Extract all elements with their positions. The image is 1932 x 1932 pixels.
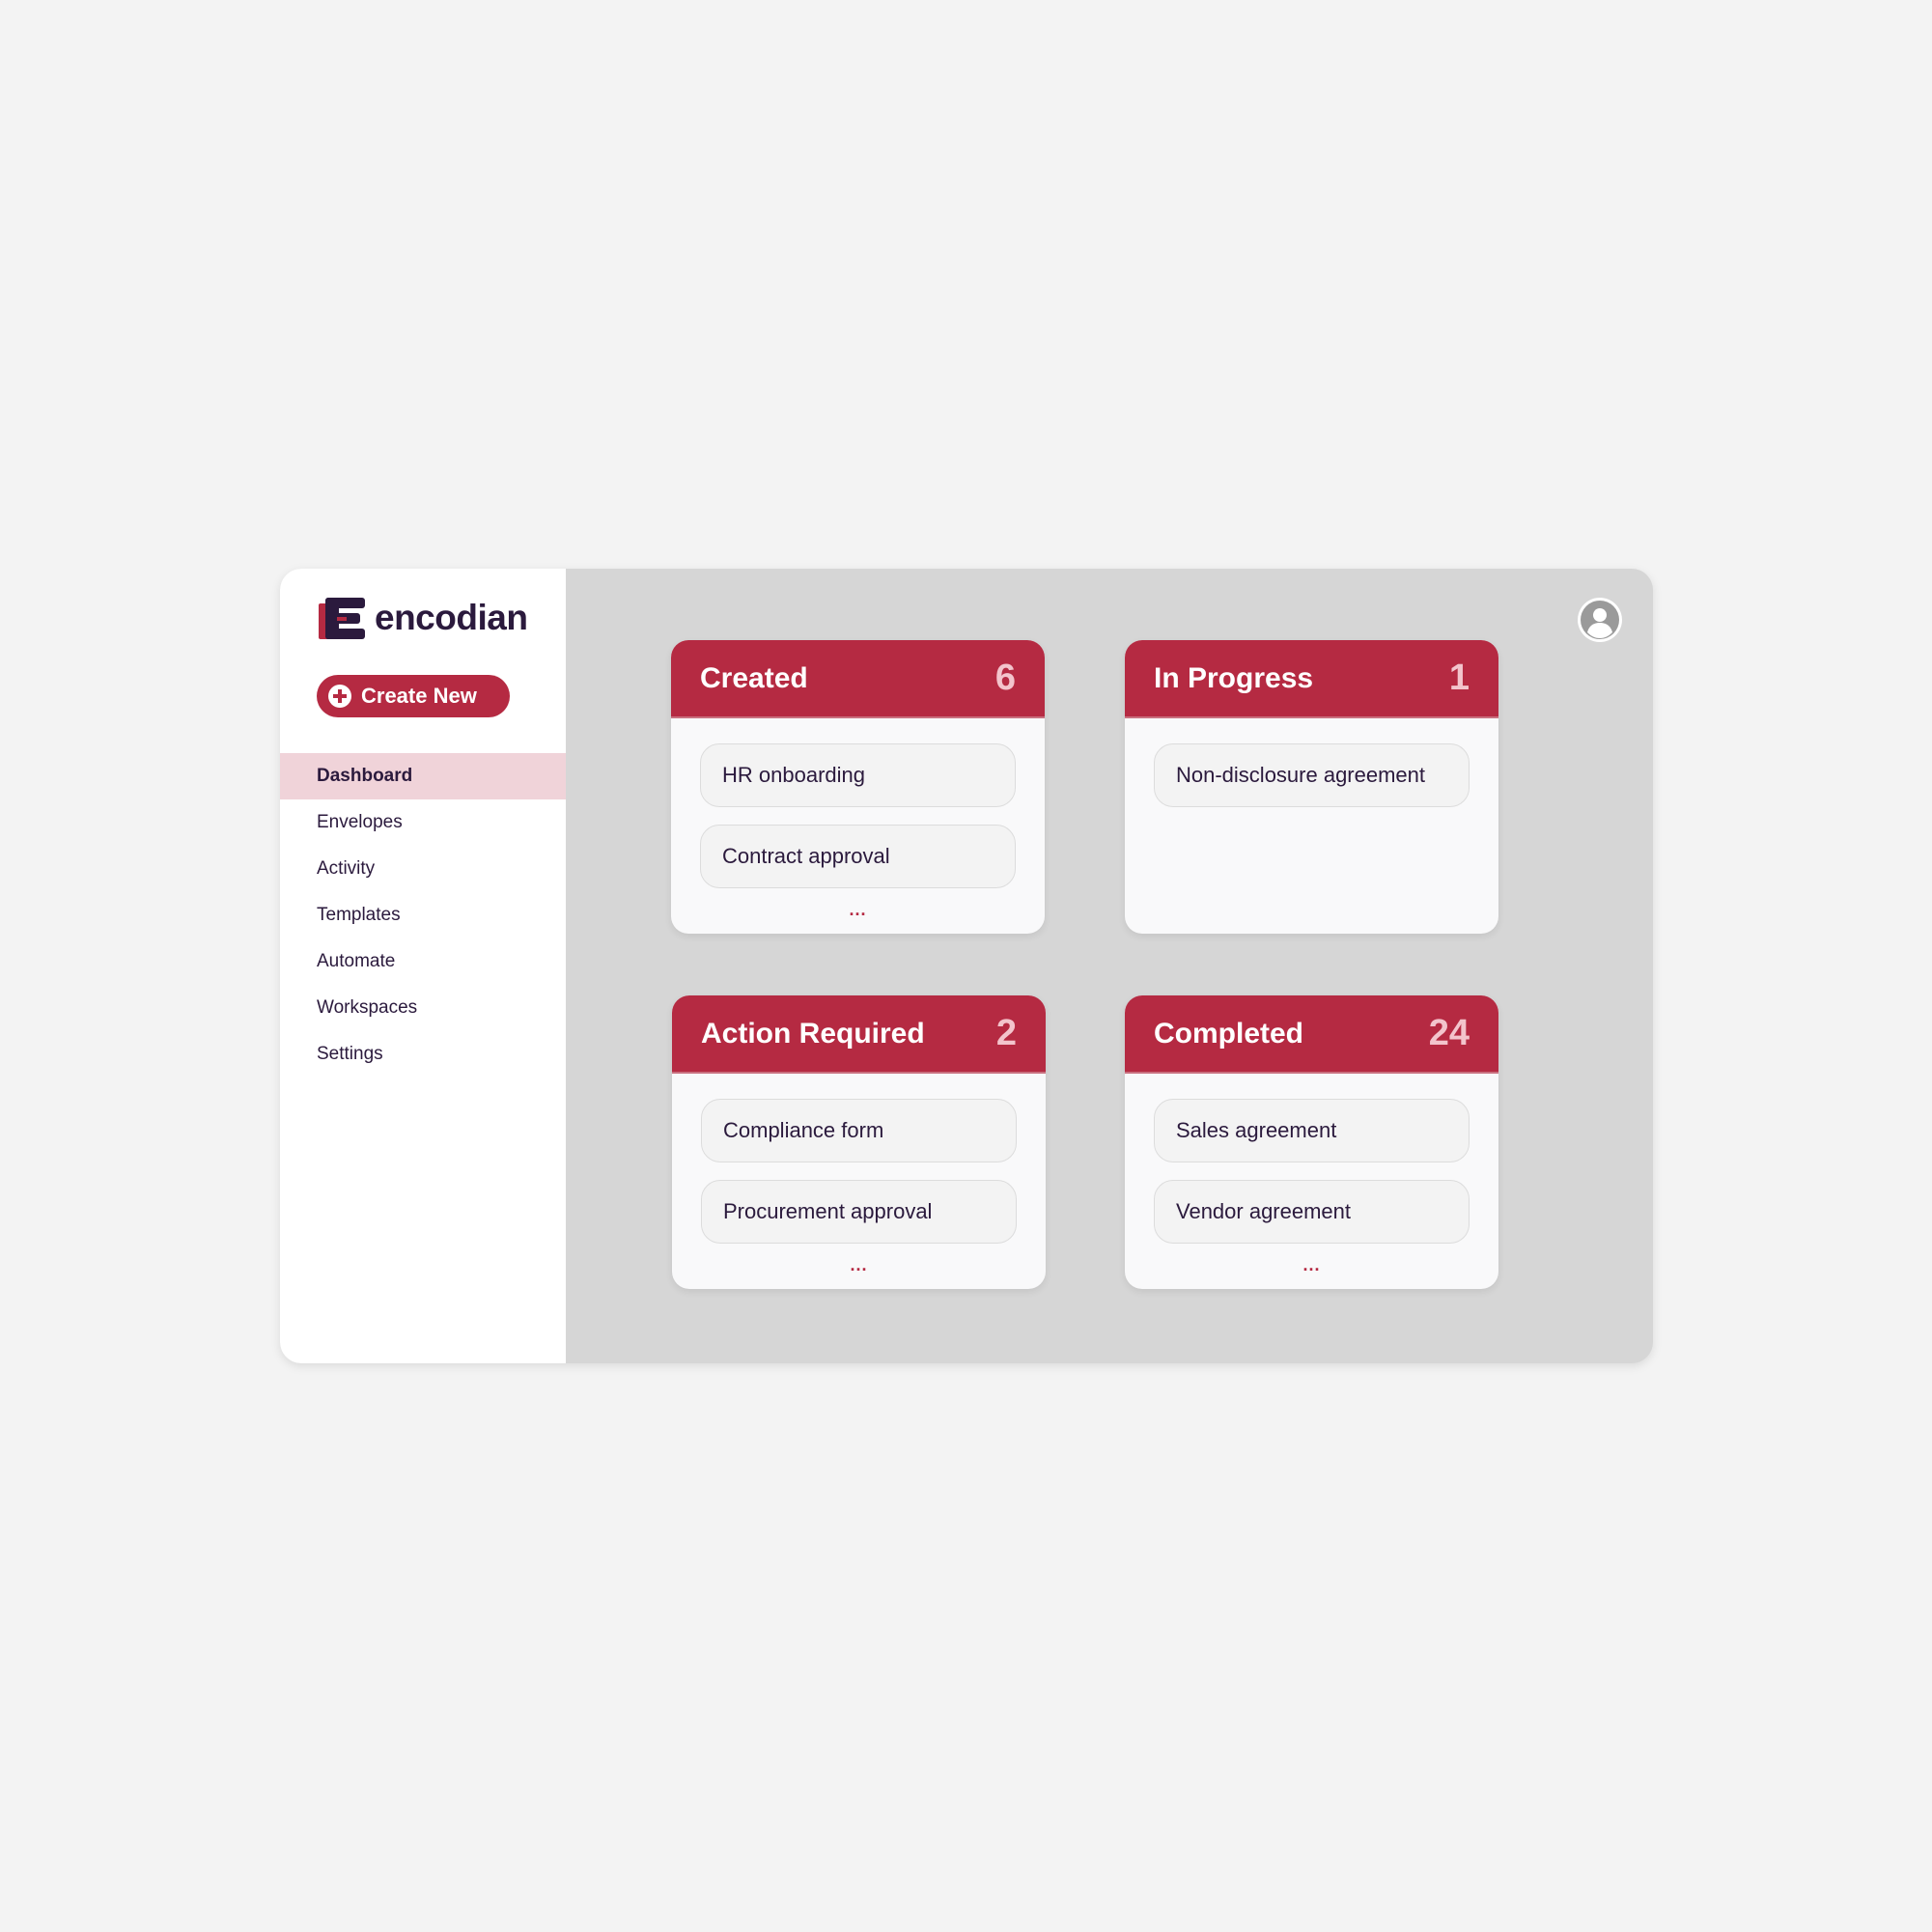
more-items-indicator[interactable]: ...	[672, 1255, 1046, 1275]
envelope-item[interactable]: Procurement approval	[701, 1180, 1017, 1244]
sidebar-item-workspaces[interactable]: Workspaces	[280, 985, 566, 1031]
card-header: Completed 24	[1125, 995, 1498, 1074]
envelope-item[interactable]: Compliance form	[701, 1099, 1017, 1162]
app-window: encodian Create New Dashboard Envelopes …	[280, 569, 1653, 1363]
envelope-item[interactable]: Non-disclosure agreement	[1154, 743, 1470, 807]
card-title: Created	[700, 661, 808, 694]
card-item-list: Compliance form Procurement approval	[672, 1074, 1046, 1244]
card-header: In Progress 1	[1125, 640, 1498, 718]
create-new-label: Create New	[361, 684, 477, 708]
status-card-in-progress[interactable]: In Progress 1 Non-disclosure agreement	[1125, 640, 1498, 934]
card-title: In Progress	[1154, 661, 1314, 694]
more-items-indicator[interactable]: ...	[671, 900, 1045, 920]
card-header: Action Required 2	[672, 995, 1046, 1074]
status-card-created[interactable]: Created 6 HR onboarding Contract approva…	[671, 640, 1045, 934]
card-title: Action Required	[701, 1017, 925, 1050]
card-count: 24	[1428, 1013, 1470, 1053]
more-items-indicator[interactable]: ...	[1125, 1255, 1498, 1275]
status-card-action-required[interactable]: Action Required 2 Compliance form Procur…	[672, 995, 1046, 1289]
card-title: Completed	[1154, 1017, 1304, 1050]
envelope-item[interactable]: Sales agreement	[1154, 1099, 1470, 1162]
create-new-button[interactable]: Create New	[317, 675, 510, 717]
card-item-list: HR onboarding Contract approval	[671, 718, 1045, 888]
sidebar-item-envelopes[interactable]: Envelopes	[280, 799, 566, 846]
envelope-item[interactable]: Contract approval	[700, 825, 1016, 888]
sidebar-item-automate[interactable]: Automate	[280, 938, 566, 985]
sidebar-nav: Dashboard Envelopes Activity Templates A…	[280, 753, 566, 1078]
card-item-list: Sales agreement Vendor agreement	[1125, 1074, 1498, 1244]
sidebar-item-templates[interactable]: Templates	[280, 892, 566, 938]
status-card-completed[interactable]: Completed 24 Sales agreement Vendor agre…	[1125, 995, 1498, 1289]
logo-text: encodian	[375, 598, 528, 637]
card-count: 6	[994, 658, 1016, 698]
user-avatar-icon[interactable]	[1577, 597, 1623, 643]
card-header: Created 6	[671, 640, 1045, 718]
encodian-logo-icon	[319, 597, 365, 639]
sidebar-item-settings[interactable]: Settings	[280, 1031, 566, 1078]
card-count: 2	[995, 1013, 1017, 1053]
envelope-item[interactable]: HR onboarding	[700, 743, 1016, 807]
card-item-list: Non-disclosure agreement	[1125, 718, 1498, 807]
plus-circle-icon	[328, 685, 351, 708]
logo[interactable]: encodian	[319, 596, 528, 640]
sidebar: encodian Create New Dashboard Envelopes …	[280, 569, 566, 1363]
sidebar-item-dashboard[interactable]: Dashboard	[280, 753, 566, 799]
envelope-item[interactable]: Vendor agreement	[1154, 1180, 1470, 1244]
card-count: 1	[1448, 658, 1470, 698]
sidebar-item-activity[interactable]: Activity	[280, 846, 566, 892]
